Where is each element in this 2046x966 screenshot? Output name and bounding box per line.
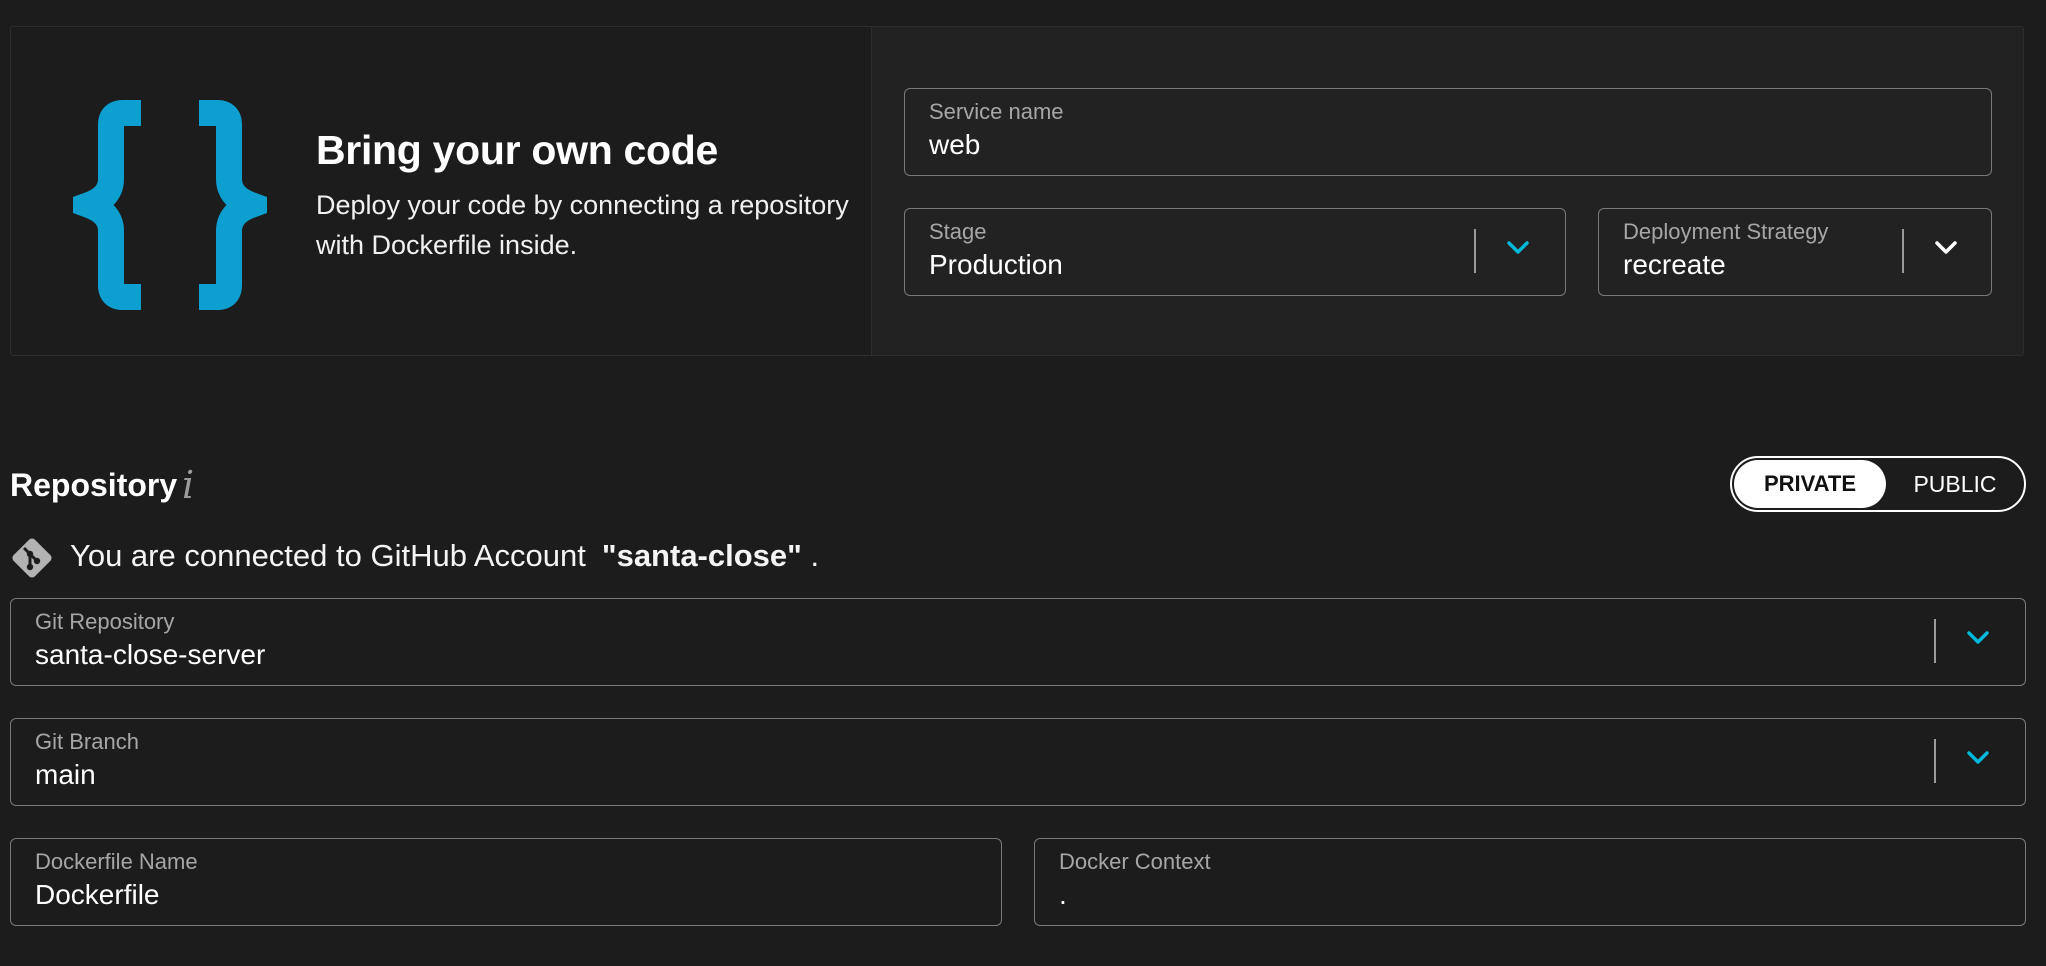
git-branch-label: Git Branch xyxy=(35,729,139,754)
deployment-strategy-select[interactable]: Deployment Strategy recreate xyxy=(1598,208,1992,296)
dockerfile-name-field[interactable]: Dockerfile Name Dockerfile xyxy=(10,838,1002,926)
dockerfile-name-value[interactable]: Dockerfile xyxy=(35,879,159,911)
deployment-strategy-value: recreate xyxy=(1623,249,1726,280)
docker-context-value[interactable]: . xyxy=(1059,879,1067,911)
chevron-down-icon[interactable] xyxy=(1506,240,1530,256)
select-divider xyxy=(1474,229,1476,273)
stage-value: Production xyxy=(929,249,1063,280)
visibility-toggle[interactable]: PRIVATE PUBLIC xyxy=(1730,456,2026,512)
service-name-label: Service name xyxy=(929,99,1064,124)
chevron-down-icon[interactable] xyxy=(1966,630,1990,646)
git-repository-value: santa-close-server xyxy=(35,639,266,670)
docker-context-field[interactable]: Docker Context . xyxy=(1034,838,2026,926)
docker-context-label: Docker Context xyxy=(1059,849,1211,874)
select-divider xyxy=(1934,739,1936,783)
select-divider xyxy=(1902,229,1904,273)
chevron-down-icon[interactable] xyxy=(1966,750,1990,766)
private-option[interactable]: PRIVATE xyxy=(1734,460,1886,508)
github-account-name: "santa-close" xyxy=(601,538,802,573)
select-divider xyxy=(1934,619,1936,663)
git-branch-select[interactable]: Git Branch main xyxy=(10,718,2026,806)
service-name-field[interactable]: Service name web xyxy=(904,88,1992,176)
github-connection-status: You are connected to GitHub Account "sant… xyxy=(70,538,819,574)
service-settings-panel xyxy=(871,27,2023,355)
deployment-strategy-label: Deployment Strategy xyxy=(1623,219,1829,244)
hero-panel: Bring your own code Deploy your code by … xyxy=(11,27,871,355)
git-repository-label: Git Repository xyxy=(35,609,175,634)
connection-period: . xyxy=(810,538,820,573)
chevron-down-icon[interactable] xyxy=(1934,240,1958,256)
hero-title: Bring your own code xyxy=(316,127,719,173)
stage-label: Stage xyxy=(929,219,987,244)
git-branch-value: main xyxy=(35,759,96,790)
git-repository-select[interactable]: Git Repository santa-close-server xyxy=(10,598,2026,686)
stage-select[interactable]: Stage Production xyxy=(904,208,1566,296)
code-source-card: Bring your own code Deploy your code by … xyxy=(10,26,2024,356)
dockerfile-name-label: Dockerfile Name xyxy=(35,849,198,874)
page: Bring your own code Deploy your code by … xyxy=(0,0,2046,966)
service-name-value[interactable]: web xyxy=(929,129,980,161)
info-icon[interactable]: i xyxy=(182,463,194,507)
git-icon xyxy=(12,538,52,578)
connection-text: You are connected to GitHub Account xyxy=(70,538,586,573)
hero-description: Deploy your code by connecting a reposit… xyxy=(316,190,849,260)
curly-braces-icon xyxy=(73,100,267,310)
repository-title: Repository xyxy=(10,467,178,503)
public-option[interactable]: PUBLIC xyxy=(1888,460,2022,508)
